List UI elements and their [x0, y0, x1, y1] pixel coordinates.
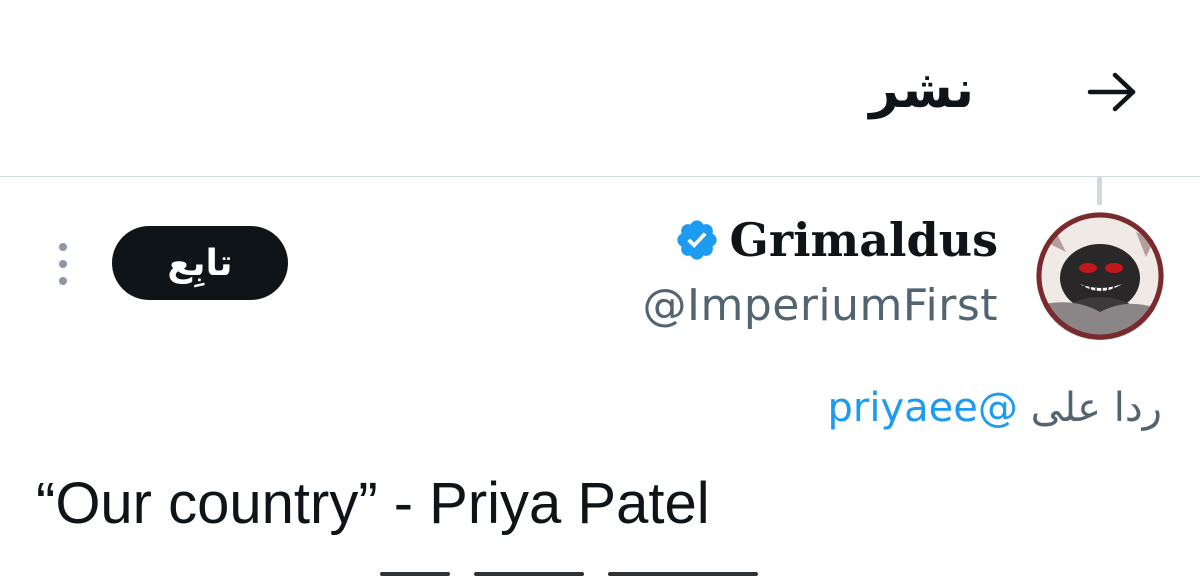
thread-connector-line [1097, 177, 1102, 205]
tweet-text: “Our country” - Priya Patel [36, 471, 710, 536]
avatar-image [1036, 212, 1164, 340]
avatar[interactable] [1036, 212, 1164, 340]
verified-badge-icon [676, 220, 717, 260]
truncated-text-line [380, 572, 880, 582]
follow-button[interactable]: تابِع [112, 226, 288, 300]
reply-prefix: ردا على [1030, 385, 1162, 431]
header-bar: نشر [0, 0, 1200, 176]
back-button[interactable] [1082, 64, 1142, 120]
more-dot [59, 243, 67, 251]
more-dot [59, 277, 67, 285]
header-divider [0, 176, 1200, 177]
author-name-row[interactable]: Grimaldus [674, 208, 998, 272]
more-vertical-icon[interactable] [46, 234, 80, 294]
reply-context: ردا على @priyaee [828, 378, 1162, 438]
author-handle[interactable]: @ImperiumFirst [643, 276, 999, 336]
author-display-name[interactable]: Grimaldus [730, 208, 998, 272]
arrow-right-icon [1087, 72, 1136, 112]
reply-mention-link[interactable]: @priyaee [828, 385, 1018, 431]
page-title: نشر [869, 60, 974, 120]
more-dot [59, 260, 67, 268]
